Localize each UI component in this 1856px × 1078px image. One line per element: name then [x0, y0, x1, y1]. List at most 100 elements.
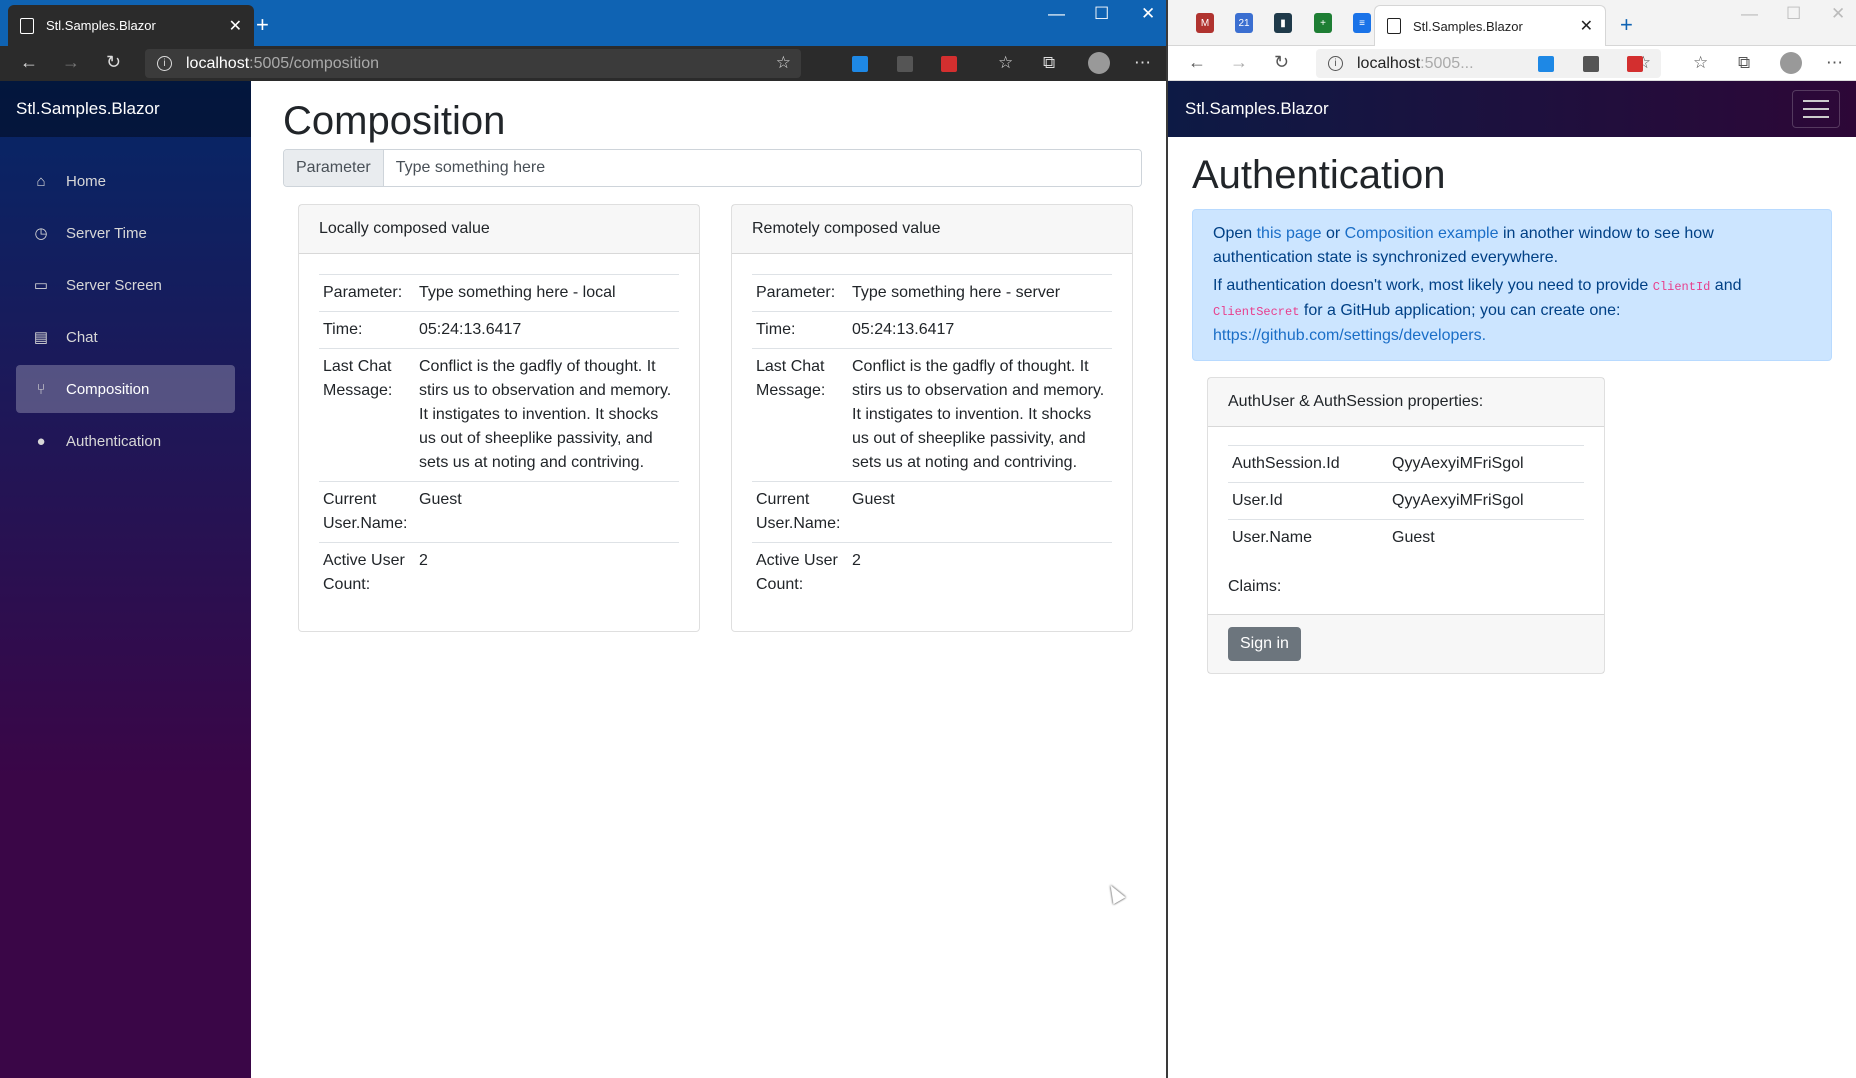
new-tab-icon[interactable]: + — [1620, 12, 1633, 38]
minimize-icon[interactable]: — — [1048, 4, 1065, 24]
favorites-icon[interactable]: ☆ — [998, 53, 1013, 73]
row-key: AuthSession.Id — [1228, 445, 1388, 483]
tab-active[interactable]: Stl.Samples.Blazor ✕ — [1374, 5, 1606, 46]
favorite-star-icon[interactable]: ☆ — [776, 53, 791, 73]
sidebar-item-label: Composition — [66, 380, 150, 398]
minimize-icon[interactable]: — — [1741, 4, 1758, 24]
tab-strip: Stl.Samples.Blazor ✕ + — ☐ ✕ — [0, 0, 1166, 46]
pinned-tab-gmail-icon[interactable]: M — [1196, 13, 1214, 33]
table-row: Last Chat Message: Conflict is the gadfly… — [752, 348, 1112, 482]
refresh-icon[interactable]: ↻ — [106, 52, 121, 73]
this-page-link[interactable]: this page — [1257, 225, 1322, 242]
sign-in-button[interactable]: Sign in — [1228, 627, 1301, 661]
brand[interactable]: Stl.Samples.Blazor — [1185, 99, 1329, 119]
table-row: AuthSession.Id QyyAexyiMFriSgol — [1228, 445, 1584, 483]
maximize-icon[interactable]: ☐ — [1094, 4, 1109, 24]
card-body: Parameter: Type something here - local Ti… — [299, 254, 699, 631]
back-icon[interactable]: ← — [20, 52, 38, 73]
row-key: Last Chat Message: — [752, 348, 848, 482]
forward-icon[interactable]: → — [1230, 52, 1248, 73]
sidebar-item-chat[interactable]: ▤ Chat — [16, 313, 235, 361]
row-key: Parameter: — [752, 274, 848, 312]
row-value: 2 — [415, 542, 679, 603]
main-content: Authentication Open this page or Composi… — [1168, 137, 1856, 674]
card-body: AuthSession.Id QyyAexyiMFriSgol User.Id Qy… — [1208, 427, 1604, 614]
maximize-icon[interactable]: ☐ — [1786, 4, 1801, 24]
row-key: Last Chat Message: — [319, 348, 415, 482]
collections-icon[interactable]: ⧉ — [1738, 53, 1750, 73]
calendar-extension-icon[interactable] — [1627, 56, 1643, 72]
pinned-tab-sheets-icon[interactable]: + — [1314, 13, 1332, 33]
parameter-label: Parameter — [284, 150, 384, 186]
extension-icon[interactable] — [852, 56, 868, 72]
table-row: Active User Count: 2 — [752, 542, 1112, 603]
calendar-extension-icon[interactable] — [941, 56, 957, 72]
collections-icon[interactable]: ⧉ — [1043, 53, 1055, 73]
top-navbar: Stl.Samples.Blazor — [1168, 81, 1856, 137]
url-host: localhost — [186, 54, 250, 72]
forward-icon[interactable]: → — [62, 52, 80, 73]
parameter-input[interactable] — [383, 150, 1141, 186]
new-tab-icon[interactable]: + — [256, 12, 269, 38]
address-toolbar: ← → ↻ i localhost:5005/composition ☆ ☆ ⧉… — [0, 46, 1166, 81]
table-row: Parameter: Type something here - local — [319, 274, 679, 312]
sidebar-item-home[interactable]: ⌂ Home — [16, 157, 235, 205]
address-bar[interactable]: i localhost:5005... ☆ — [1316, 49, 1661, 78]
pinned-tab-docs-icon[interactable]: ≡ — [1353, 13, 1371, 33]
composition-example-link[interactable]: Composition example — [1345, 225, 1499, 242]
table-row: Time: 05:24:13.6417 — [752, 311, 1112, 349]
brand[interactable]: Stl.Samples.Blazor — [0, 81, 251, 137]
local-values-table: Parameter: Type something here - local Ti… — [319, 274, 679, 603]
sidebar-item-composition[interactable]: ⑂ Composition — [16, 365, 235, 413]
info-icon[interactable]: i — [1328, 56, 1343, 71]
row-value: 2 — [848, 542, 1112, 603]
address-bar[interactable]: i localhost:5005/composition ☆ — [145, 49, 801, 78]
tab-active[interactable]: Stl.Samples.Blazor ✕ — [8, 5, 254, 46]
table-row: Active User Count: 2 — [319, 542, 679, 603]
sidebar-item-label: Authentication — [66, 432, 162, 450]
sidebar-item-server-screen[interactable]: ▭ Server Screen — [16, 261, 235, 309]
row-value: Guest — [848, 481, 1112, 543]
close-window-icon[interactable]: ✕ — [1141, 4, 1155, 24]
close-window-icon[interactable]: ✕ — [1831, 4, 1845, 24]
glasses-extension-icon[interactable] — [1583, 56, 1599, 72]
glasses-extension-icon[interactable] — [897, 56, 913, 72]
page-title: Composition — [283, 99, 506, 143]
chat-icon: ▤ — [33, 329, 49, 346]
alert-text: If authentication doesn't work, most lik… — [1213, 277, 1653, 294]
info-icon[interactable]: i — [157, 56, 172, 71]
client-id-code: ClientId — [1652, 280, 1711, 294]
close-tab-icon[interactable]: ✕ — [229, 16, 242, 36]
sidebar-item-server-time[interactable]: ◷ Server Time — [16, 209, 235, 257]
pinned-tab-app-icon[interactable]: ▮ — [1274, 13, 1292, 33]
row-value: QyyAexyiMFriSgol — [1388, 445, 1584, 483]
right-browser-window: M 21 ▮ + ≡ Stl.Samples.Blazor ✕ + — ☐ ✕ … — [1168, 0, 1856, 1078]
profile-avatar[interactable] — [1088, 52, 1110, 74]
github-developers-link[interactable]: https://github.com/settings/developers. — [1213, 327, 1486, 344]
address-toolbar: ← → ↻ i localhost:5005... ☆ ☆ ⧉ ⋯ — [1168, 46, 1856, 81]
more-menu-icon[interactable]: ⋯ — [1134, 53, 1151, 73]
favorites-icon[interactable]: ☆ — [1693, 53, 1708, 73]
page-title: Authentication — [1192, 153, 1446, 197]
close-tab-icon[interactable]: ✕ — [1580, 16, 1593, 36]
url-host: localhost — [1357, 54, 1421, 72]
profile-avatar[interactable] — [1780, 52, 1802, 74]
back-icon[interactable]: ← — [1188, 52, 1206, 73]
table-row: Current User.Name: Guest — [752, 481, 1112, 543]
alert-paragraph: If authentication doesn't work, most lik… — [1213, 274, 1811, 348]
row-value: Guest — [415, 481, 679, 543]
alert-paragraph: Open this page or Composition example in… — [1213, 222, 1811, 270]
hamburger-menu-icon[interactable] — [1792, 90, 1840, 128]
card-header: Remotely composed value — [732, 205, 1132, 254]
table-row: Parameter: Type something here - server — [752, 274, 1112, 312]
row-value: 05:24:13.6417 — [848, 311, 1112, 349]
row-value: Type something here - server — [848, 274, 1112, 312]
sidebar-item-authentication[interactable]: ● Authentication — [16, 417, 235, 465]
cards-row: Locally composed value Parameter: Type so… — [283, 187, 1142, 632]
remote-values-table: Parameter: Type something here - server T… — [752, 274, 1112, 603]
pinned-tab-calendar-icon[interactable]: 21 — [1235, 13, 1253, 33]
more-menu-icon[interactable]: ⋯ — [1826, 53, 1843, 73]
extension-icon[interactable] — [1538, 56, 1554, 72]
refresh-icon[interactable]: ↻ — [1274, 52, 1289, 73]
row-value: 05:24:13.6417 — [415, 311, 679, 349]
